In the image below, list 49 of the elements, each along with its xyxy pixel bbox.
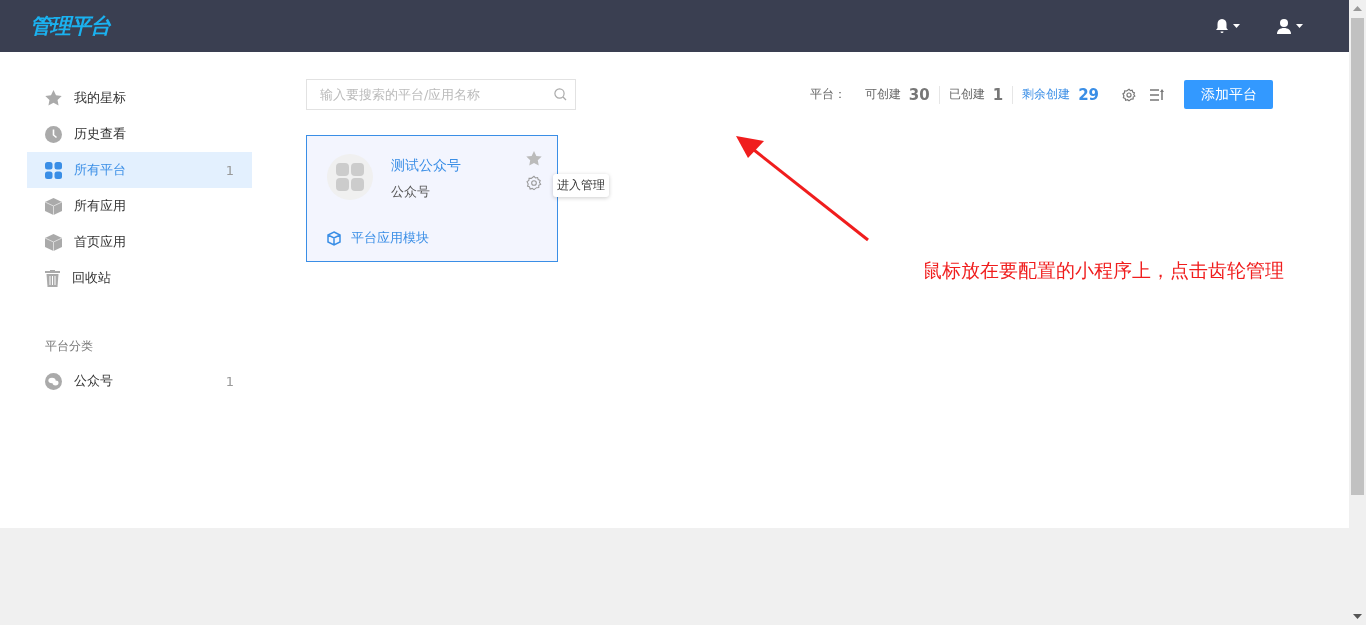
platform-logo-icon	[327, 154, 373, 200]
cube-icon	[45, 197, 62, 215]
stats-label: 平台：	[809, 86, 846, 103]
scroll-up-arrow-icon[interactable]	[1353, 6, 1362, 11]
star-icon[interactable]	[526, 151, 542, 166]
cube-icon	[45, 233, 62, 251]
stat-value: 29	[1078, 85, 1099, 104]
chat-bubbles-icon	[45, 372, 62, 390]
item-label: 我的星标	[74, 89, 127, 107]
sidebar-item[interactable]: 历史查看	[27, 116, 252, 152]
user-icon[interactable]	[1276, 18, 1292, 34]
sidebar-item[interactable]: 首页应用	[27, 224, 252, 260]
item-label: 所有应用	[74, 197, 127, 215]
sidebar-item[interactable]: 所有应用	[27, 188, 252, 224]
scrollbar-thumb[interactable]	[1351, 18, 1364, 495]
settings-icon[interactable]	[526, 175, 542, 191]
stat-label: 剩余创建	[1022, 86, 1071, 103]
star-icon	[45, 90, 62, 106]
trash-icon	[45, 269, 60, 287]
grid-icon	[45, 161, 62, 179]
bell-icon[interactable]	[1215, 18, 1229, 34]
annotation-text: 鼠标放在要配置的小程序上，点击齿轮管理	[923, 258, 1284, 283]
sort-icon[interactable]	[1150, 88, 1164, 101]
stat-value: 30	[908, 85, 930, 104]
card-type: 公众号	[391, 183, 431, 201]
item-label: 所有平台	[74, 161, 127, 179]
sidebar-item[interactable]: 回收站	[27, 260, 252, 296]
clock-icon	[45, 125, 62, 143]
tooltip: 进入管理	[553, 174, 609, 197]
item-count: 1	[225, 162, 234, 178]
caret-icon[interactable]	[1233, 24, 1240, 28]
settings-icon[interactable]	[1122, 87, 1136, 102]
item-label: 公众号	[74, 372, 114, 390]
item-label: 首页应用	[74, 233, 127, 251]
stat-value: 1	[992, 85, 1004, 104]
stat-label: 可创建	[864, 86, 901, 103]
sidebar-item[interactable]: 公众号 1	[27, 363, 252, 399]
caret-icon[interactable]	[1296, 24, 1303, 28]
search-icon	[554, 88, 567, 101]
search-field[interactable]: 输入要搜索的平台/应用名称	[306, 79, 576, 110]
item-label: 历史查看	[74, 125, 127, 143]
cube-outline-icon	[327, 230, 341, 246]
section-title: 平台分类	[45, 338, 94, 355]
item-label: 回收站	[72, 269, 112, 287]
scroll-down-arrow-icon[interactable]	[1353, 614, 1362, 619]
item-count: 1	[225, 373, 234, 389]
sidebar-item[interactable]: 我的星标	[27, 80, 252, 116]
logo[interactable]: 管理平台	[30, 12, 110, 40]
stat-label: 已创建	[948, 86, 985, 103]
